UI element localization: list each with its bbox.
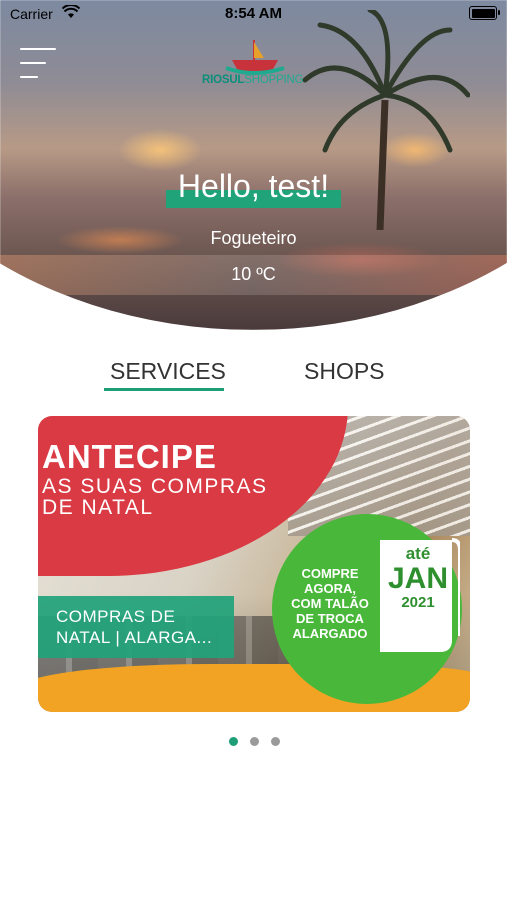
active-tab-indicator — [104, 388, 224, 391]
riosul-logo: RIOSULSHOPPING — [202, 38, 306, 90]
status-bar: Carrier 8:54 AM — [0, 0, 507, 28]
page-dot-1[interactable] — [229, 737, 238, 746]
promo-offer-text: COMPRE AGORA, COM TALÃO DE TROCA ALARGAD… — [291, 566, 369, 641]
battery-icon — [469, 6, 500, 20]
hamburger-menu-button[interactable] — [20, 46, 58, 80]
boat-logo-icon — [225, 40, 285, 75]
card-caption: COMPRAS DE NATAL | ALARGA... — [56, 607, 213, 647]
promo-card[interactable]: ANTECIPE AS SUAS COMPRAS DE NATAL COMPRE… — [38, 416, 470, 712]
promo-headline: ANTECIPE — [42, 438, 217, 475]
promo-subline: AS SUAS COMPRAS DE NATAL — [42, 475, 268, 519]
clock-time: 8:54 AM — [225, 5, 282, 22]
tab-shops[interactable]: SHOPS — [304, 358, 385, 385]
tab-services[interactable]: SERVICES — [110, 358, 226, 385]
promo-date: até JAN 2021 — [387, 544, 448, 611]
carousel-page-indicator — [0, 737, 507, 747]
tab-bar: SERVICES SHOPS — [0, 358, 507, 398]
location-label: Fogueteiro — [210, 228, 297, 248]
temperature-label: 10 ºC — [231, 264, 276, 284]
page-dot-2[interactable] — [250, 737, 259, 746]
greeting-text: Hello, test! — [165, 168, 342, 208]
page-dot-3[interactable] — [271, 737, 280, 746]
greeting: Hello, test! — [0, 168, 507, 208]
logo-wordmark: RIOSULSHOPPING — [202, 74, 304, 86]
